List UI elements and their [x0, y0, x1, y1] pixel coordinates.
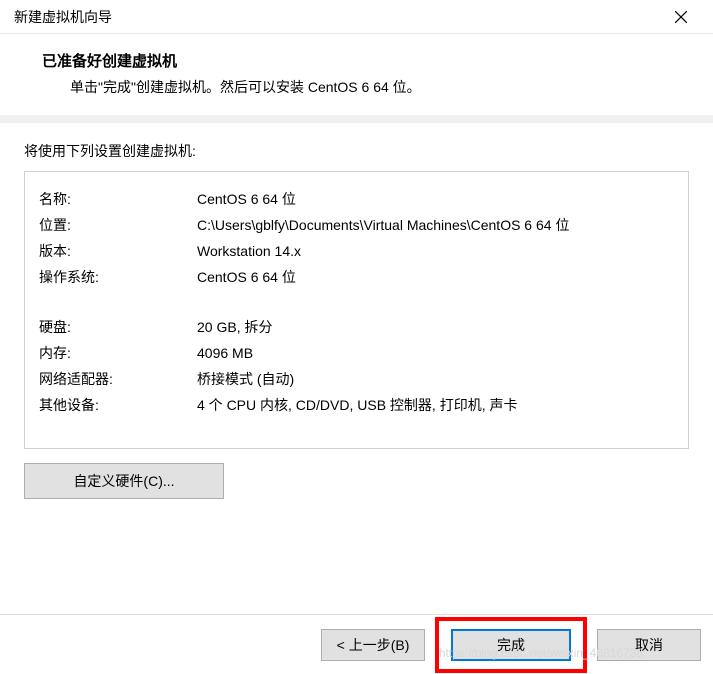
setting-row-version: 版本: Workstation 14.x: [39, 238, 676, 264]
back-button[interactable]: < 上一步(B): [321, 629, 425, 661]
close-icon: [675, 11, 687, 23]
setting-value: 4 个 CPU 内核, CD/DVD, USB 控制器, 打印机, 声卡: [197, 392, 676, 418]
setting-value: CentOS 6 64 位: [197, 264, 676, 290]
setting-key: 硬盘:: [39, 314, 197, 340]
setting-key: 其他设备:: [39, 392, 197, 418]
settings-summary-box: 名称: CentOS 6 64 位 位置: C:\Users\gblfy\Doc…: [24, 171, 689, 449]
setting-value: 4096 MB: [197, 340, 676, 366]
setting-key: 操作系统:: [39, 264, 197, 290]
header-description: 单击"完成"创建虚拟机。然后可以安装 CentOS 6 64 位。: [42, 77, 665, 97]
setting-row-os: 操作系统: CentOS 6 64 位: [39, 264, 676, 290]
window-title: 新建虚拟机向导: [14, 7, 112, 27]
setting-value: 20 GB, 拆分: [197, 314, 676, 340]
setting-key: 内存:: [39, 340, 197, 366]
cancel-button[interactable]: 取消: [597, 629, 701, 661]
setting-key: 名称:: [39, 186, 197, 212]
wizard-footer: < 上一步(B) 完成 取消: [0, 614, 713, 674]
header-title: 已准备好创建虚拟机: [42, 50, 665, 71]
setting-key: 版本:: [39, 238, 197, 264]
setting-key: 网络适配器:: [39, 366, 197, 392]
content-section: 将使用下列设置创建虚拟机: 名称: CentOS 6 64 位 位置: C:\U…: [0, 123, 713, 499]
setting-row-network: 网络适配器: 桥接模式 (自动): [39, 366, 676, 392]
setting-value: 桥接模式 (自动): [197, 366, 676, 392]
finish-highlight: 完成: [435, 617, 587, 673]
row-gap: [39, 290, 676, 314]
finish-button[interactable]: 完成: [451, 629, 571, 661]
setting-key: 位置:: [39, 212, 197, 238]
divider: [0, 115, 713, 123]
setting-row-name: 名称: CentOS 6 64 位: [39, 186, 676, 212]
close-button[interactable]: [661, 3, 701, 31]
customize-hardware-button[interactable]: 自定义硬件(C)...: [24, 463, 224, 499]
settings-intro: 将使用下列设置创建虚拟机:: [24, 141, 689, 161]
setting-value: CentOS 6 64 位: [197, 186, 676, 212]
setting-row-disk: 硬盘: 20 GB, 拆分: [39, 314, 676, 340]
setting-row-location: 位置: C:\Users\gblfy\Documents\Virtual Mac…: [39, 212, 676, 238]
setting-row-other: 其他设备: 4 个 CPU 内核, CD/DVD, USB 控制器, 打印机, …: [39, 392, 676, 418]
setting-row-memory: 内存: 4096 MB: [39, 340, 676, 366]
setting-value: Workstation 14.x: [197, 238, 676, 264]
setting-value: C:\Users\gblfy\Documents\Virtual Machine…: [197, 212, 676, 238]
titlebar: 新建虚拟机向导: [0, 0, 713, 34]
wizard-header: 已准备好创建虚拟机 单击"完成"创建虚拟机。然后可以安装 CentOS 6 64…: [0, 34, 713, 115]
